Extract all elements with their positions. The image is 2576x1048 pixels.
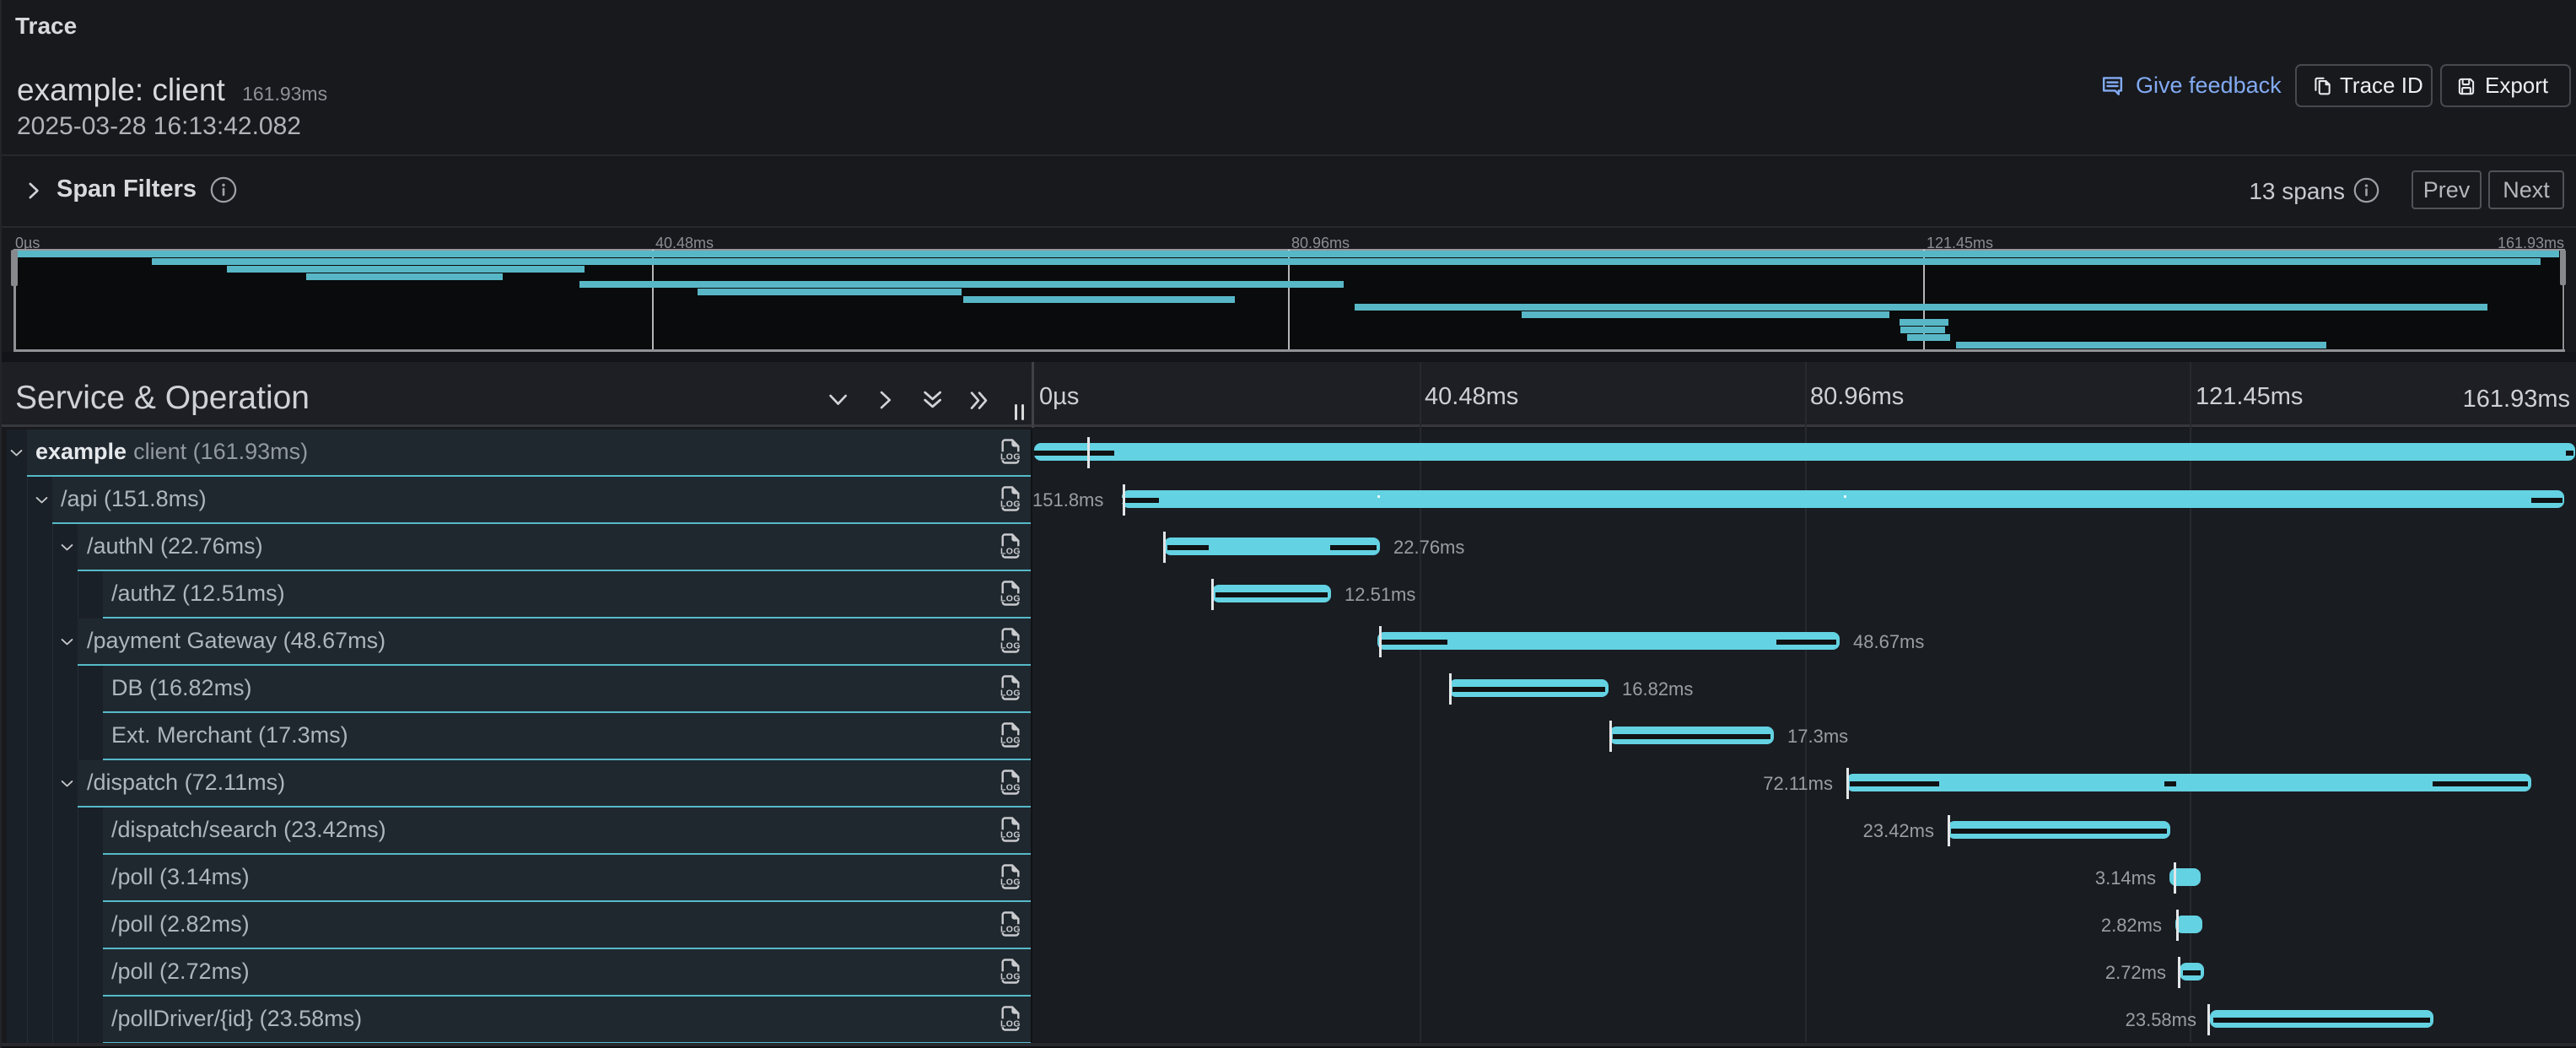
svg-text:LOG: LOG [1000,782,1021,792]
svg-text:LOG: LOG [1000,640,1021,651]
svg-text:LOG: LOG [1000,688,1021,698]
svg-text:LOG: LOG [1000,451,1021,462]
svg-text:LOG: LOG [1000,877,1021,887]
svg-text:LOG: LOG [1000,971,1021,981]
svg-text:LOG: LOG [1000,1018,1021,1029]
svg-text:LOG: LOG [1000,924,1021,934]
svg-text:LOG: LOG [1000,829,1021,840]
svg-text:LOG: LOG [1000,593,1021,603]
svg-text:LOG: LOG [1000,499,1021,509]
svg-text:LOG: LOG [1000,546,1021,556]
svg-text:LOG: LOG [1000,735,1021,745]
